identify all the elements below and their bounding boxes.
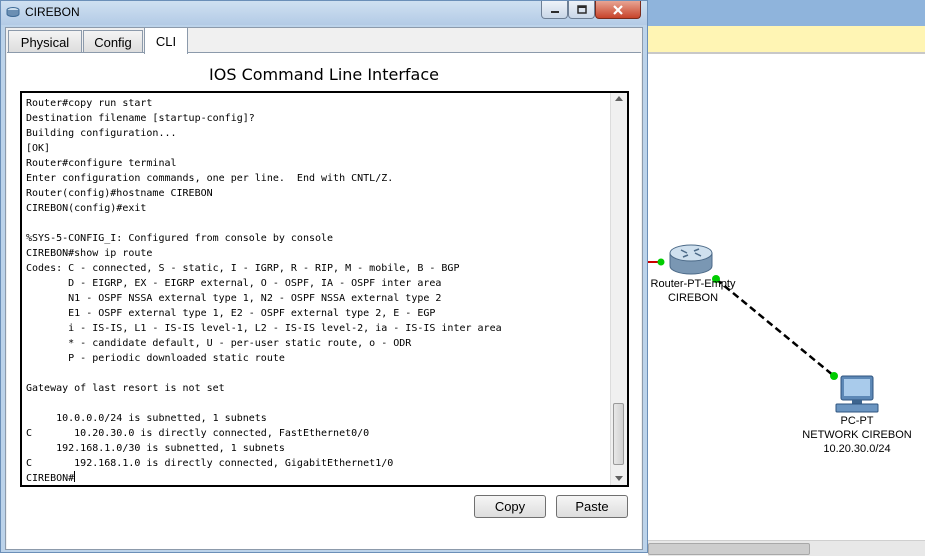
pc-name-label: NETWORK CIREBON: [802, 429, 912, 441]
terminal-line: C 192.168.1.0 is directly connected, Gig…: [26, 458, 394, 469]
close-icon: [613, 4, 623, 15]
terminal-line: 192.168.1.0/30 is subnetted, 1 subnets: [26, 443, 285, 454]
router-model-label: Router-PT-Empty: [650, 278, 736, 290]
terminal-line: Codes: C - connected, S - static, I - IG…: [26, 263, 460, 274]
maximize-button[interactable]: [568, 1, 595, 19]
app-icon: [6, 7, 20, 17]
terminal-line: * - candidate default, U - per-user stat…: [26, 338, 412, 349]
terminal-line: Router#configure terminal: [26, 158, 177, 169]
tab-cli[interactable]: CLI: [144, 27, 188, 54]
terminal-line: Enter configuration commands, one per li…: [26, 173, 394, 184]
minimize-icon: [550, 10, 559, 13]
tab-physical[interactable]: Physical: [8, 30, 82, 53]
terminal-line: [OK]: [26, 143, 51, 154]
paste-button[interactable]: Paste: [556, 495, 628, 518]
minimize-button[interactable]: [541, 1, 568, 19]
scrollbar-thumb[interactable]: [648, 543, 810, 555]
text-cursor: [74, 471, 76, 482]
router-icon[interactable]: [669, 244, 713, 275]
terminal-lines: Router#copy run start Destination filena…: [26, 98, 502, 469]
pc-icon[interactable]: [835, 375, 879, 413]
terminal-prompt: CIREBON#: [26, 473, 75, 482]
pc-model-label: PC-PT: [840, 415, 874, 427]
terminal-line: 10.0.0.0/24 is subnetted, 1 subnets: [26, 413, 267, 424]
device-window: CIREBON Physical Config IOS Command Line…: [0, 0, 648, 553]
scrollbar-thumb[interactable]: [613, 403, 624, 465]
scroll-up-arrow-icon[interactable]: [615, 96, 623, 101]
link-status-light: [657, 258, 665, 266]
terminal-output[interactable]: Router#copy run start Destination filena…: [26, 96, 606, 482]
terminal-line: P - periodic downloaded static route: [26, 353, 285, 364]
link-status-light: [830, 372, 838, 380]
terminal-line: Gateway of last resort is not set: [26, 383, 225, 394]
terminal-line: D - EIGRP, EX - EIGRP external, O - OSPF…: [26, 278, 442, 289]
terminal-line: N1 - OSPF NSSA external type 1, N2 - OSP…: [26, 293, 442, 304]
tab-config[interactable]: Config: [83, 30, 143, 53]
scroll-down-arrow-icon[interactable]: [615, 476, 623, 481]
terminal-line: CIREBON#show ip route: [26, 248, 153, 259]
window-client-area: Physical Config IOS Command Line Interfa…: [5, 27, 643, 550]
copy-button[interactable]: Copy: [474, 495, 546, 518]
workspace-horizontal-scrollbar[interactable]: [648, 540, 925, 556]
router-name-label: CIREBON: [667, 292, 719, 304]
terminal-line: i - IS-IS, L1 - IS-IS level-1, L2 - IS-I…: [26, 323, 502, 334]
terminal-line: Building configuration...: [26, 128, 177, 139]
terminal-line: Router(config)#hostname CIREBON: [26, 188, 213, 199]
window-titlebar[interactable]: CIREBON: [1, 1, 647, 25]
terminal-line: %SYS-5-CONFIG_I: Configured from console…: [26, 233, 334, 244]
terminal-line: CIREBON(config)#exit: [26, 203, 147, 214]
terminal-vertical-scrollbar[interactable]: [610, 93, 627, 485]
pc-network-label: 10.20.30.0/24: [823, 443, 891, 455]
terminal-line: Destination filename [startup-config]?: [26, 113, 255, 124]
terminal-line: Router#copy run start: [26, 98, 153, 109]
terminal-line: C 10.20.30.0 is directly connected, Fast…: [26, 428, 370, 439]
cli-tab-panel: IOS Command Line Interface Router#copy r…: [7, 52, 641, 549]
maximize-icon: [576, 4, 587, 14]
panel-heading: IOS Command Line Interface: [209, 65, 439, 84]
terminal-line: E1 - OSPF external type 1, E2 - OSPF ext…: [26, 308, 436, 319]
cli-terminal[interactable]: Router#copy run start Destination filena…: [20, 91, 629, 487]
window-title: CIREBON: [25, 5, 80, 19]
close-button[interactable]: [595, 1, 641, 19]
